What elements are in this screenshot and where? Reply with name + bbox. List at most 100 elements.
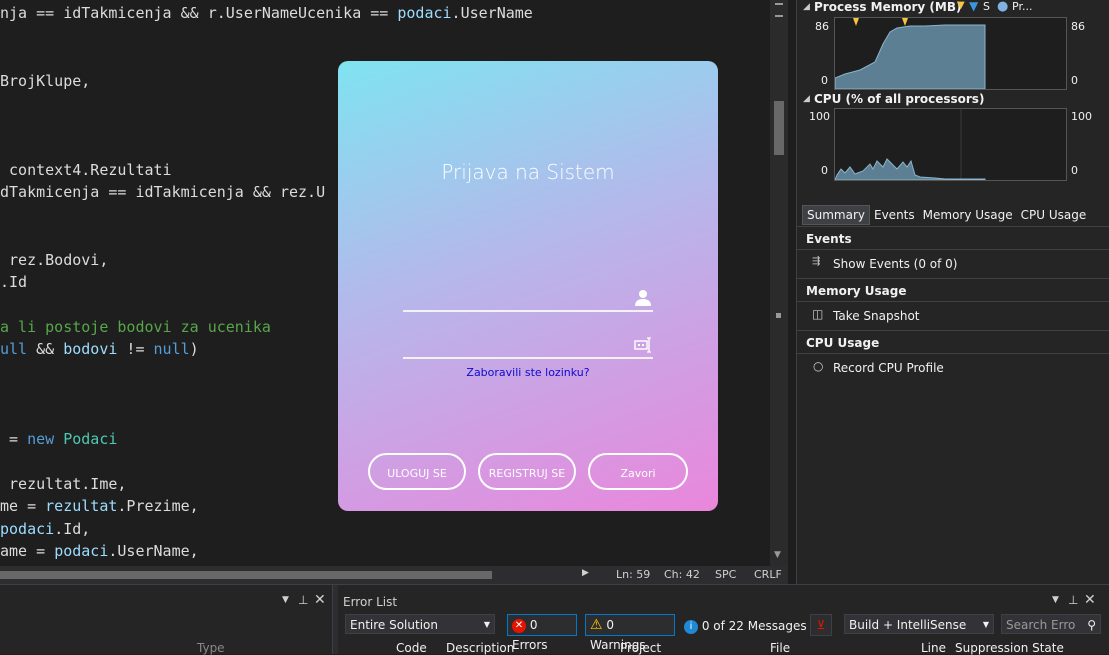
line-indicator[interactable]: Ln: 59 <box>616 568 650 581</box>
code-token: rezultat.Ime, <box>0 475 127 493</box>
editor-vertical-scrollbar[interactable]: ▼ <box>770 0 788 566</box>
pin-icon[interactable]: ⊥ <box>1068 593 1078 607</box>
column-indicator[interactable]: Ch: 42 <box>664 568 700 581</box>
editor-status-bar: ▶ Ln: 59 Ch: 42 SPC CRLF <box>0 566 788 584</box>
memory-area <box>834 24 986 90</box>
close-icon[interactable]: ✕ <box>314 592 326 608</box>
code-token: podaci <box>0 520 55 538</box>
code-token: .UserName, <box>108 542 199 560</box>
code-token: = <box>0 430 28 448</box>
code-line: nja == idTakmicenja && r.UserNameUcenika… <box>0 4 533 22</box>
memory-axis-max-right: 86 <box>1071 20 1085 33</box>
code-token: != <box>117 340 154 358</box>
code-token: a li postoje bodovi za ucenika <box>0 318 271 336</box>
code-token: dTakmicenja == idTakmicenja && rez.U <box>0 183 326 201</box>
memory-graph[interactable] <box>834 17 1067 90</box>
forgot-password-link[interactable]: Zaboravili ste lozinku? <box>338 366 718 379</box>
code-token: ) <box>189 340 199 358</box>
error-search-input[interactable]: Search Erro ⚲ <box>1001 614 1101 634</box>
editor-scroll-thumb[interactable] <box>774 101 784 155</box>
show-events-link[interactable]: Show Events (0 of 0) <box>833 257 957 271</box>
legend-snapshot: S <box>983 0 990 13</box>
collapse-icon[interactable]: ◢ <box>803 2 810 12</box>
login-button[interactable]: ULOGUJ SE <box>368 453 466 490</box>
code-line: = new Podaci <box>0 430 117 448</box>
scroll-marker <box>775 3 783 5</box>
code-line: podaci.Id, <box>0 520 90 538</box>
code-token: BrojKlupe, <box>0 72 91 90</box>
code-line: rezultat.Ime, <box>0 475 126 493</box>
record-cpu-profile-button[interactable]: Record CPU Profile <box>833 361 944 375</box>
code-token: .Prezime, <box>117 497 199 515</box>
close-button[interactable]: Zavori <box>588 453 688 490</box>
cpu-graph-title: CPU (% of all processors) <box>814 92 985 106</box>
code-token: bodovi <box>63 340 118 358</box>
scroll-marker <box>775 15 783 17</box>
code-line: ame = podaci.UserName, <box>0 542 199 560</box>
cpu-graph-svg <box>834 109 986 181</box>
messages-filter-button[interactable]: i 0 of 22 Messages <box>684 616 807 636</box>
code-token: ame = <box>0 542 55 560</box>
filter-icon[interactable]: ⊻ <box>810 614 832 636</box>
user-icon <box>635 290 651 306</box>
whitespace-indicator[interactable]: SPC <box>715 568 736 581</box>
editor-horizontal-scroll-thumb[interactable] <box>0 571 492 579</box>
password-input[interactable] <box>403 333 623 355</box>
code-token: null <box>153 340 190 358</box>
build-source-dropdown[interactable]: Build + IntelliSense ▼ <box>844 614 994 634</box>
code-line: context4.Rezultati <box>0 161 172 179</box>
build-source-value: Build + IntelliSense <box>849 618 967 632</box>
pin-icon[interactable]: ⊥ <box>298 593 308 607</box>
tab-cpu-usage[interactable]: CPU Usage <box>1017 206 1091 224</box>
code-token: rez.Bodovi, <box>0 251 109 269</box>
gc-marker-2 <box>902 18 908 26</box>
code-line: rez.Bodovi, <box>0 251 108 269</box>
line-ending-indicator[interactable]: CRLF <box>754 568 782 581</box>
messages-count: 0 of 22 Messages <box>701 619 807 633</box>
login-window: Prijava na Sistem Zaboravili ste lozinku… <box>338 61 718 511</box>
tab-events[interactable]: Events <box>870 206 919 224</box>
error-list-panel: Error List ▼ ⊥ ✕ Entire Solution ▼ ✕ 0 E… <box>338 585 1109 655</box>
panel-dropdown-icon[interactable]: ▼ <box>1052 595 1059 605</box>
diagnostic-tabs: Summary Events Memory Usage CPU Usage <box>802 205 1090 225</box>
cpu-graph[interactable] <box>834 108 1067 181</box>
warnings-filter-button[interactable]: ⚠ 0 Warnings <box>585 614 675 652</box>
username-input[interactable] <box>403 286 623 308</box>
record-icon: ○ <box>813 359 824 373</box>
code-token: .Id, <box>54 520 91 538</box>
code-line: BrojKlupe, <box>0 72 90 90</box>
code-token: context4.Rezultati <box>0 161 172 179</box>
register-button[interactable]: REGISTRUJ SE <box>478 453 576 490</box>
camera-icon: ◫ <box>812 307 824 321</box>
memory-graph-svg <box>834 18 986 90</box>
code-token: ull <box>0 340 28 358</box>
code-token: podaci <box>397 4 452 22</box>
errors-filter-button[interactable]: ✕ 0 Errors <box>507 614 577 652</box>
cpu-axis-min-right: 0 <box>1071 164 1078 177</box>
scroll-right-arrow-icon[interactable]: ▶ <box>582 568 589 578</box>
events-section-header: Events <box>797 226 1109 250</box>
search-icon[interactable]: ⚲ <box>1087 615 1096 635</box>
code-line: ull && bodovi != null) <box>0 340 199 358</box>
memory-axis-min-left: 0 <box>821 74 828 87</box>
password-underline <box>403 357 653 359</box>
memory-graph-title: Process Memory (MB) <box>814 0 962 14</box>
tab-memory-usage[interactable]: Memory Usage <box>919 206 1017 224</box>
collapse-icon[interactable]: ◢ <box>803 94 810 104</box>
code-token: rezultat <box>45 497 118 515</box>
tab-summary[interactable]: Summary <box>802 205 870 225</box>
chevron-down-icon: ▼ <box>982 620 989 629</box>
scope-value: Entire Solution <box>350 618 438 632</box>
panel-dropdown-icon[interactable]: ▼ <box>282 595 289 605</box>
cpu-usage-section-header: CPU Usage <box>797 330 1109 354</box>
code-line: me = rezultat.Prezime, <box>0 497 199 515</box>
code-token: && <box>27 340 64 358</box>
chevron-down-icon: ▼ <box>483 620 490 629</box>
close-icon[interactable]: ✕ <box>1084 592 1096 608</box>
code-token: nja == idTakmicenja && r.UserNameUcenika… <box>0 4 398 22</box>
cpu-axis-max-left: 100 <box>809 110 830 123</box>
scope-dropdown[interactable]: Entire Solution ▼ <box>345 614 495 634</box>
scroll-down-arrow-icon[interactable]: ▼ <box>774 550 781 560</box>
take-snapshot-button[interactable]: Take Snapshot <box>833 309 920 323</box>
